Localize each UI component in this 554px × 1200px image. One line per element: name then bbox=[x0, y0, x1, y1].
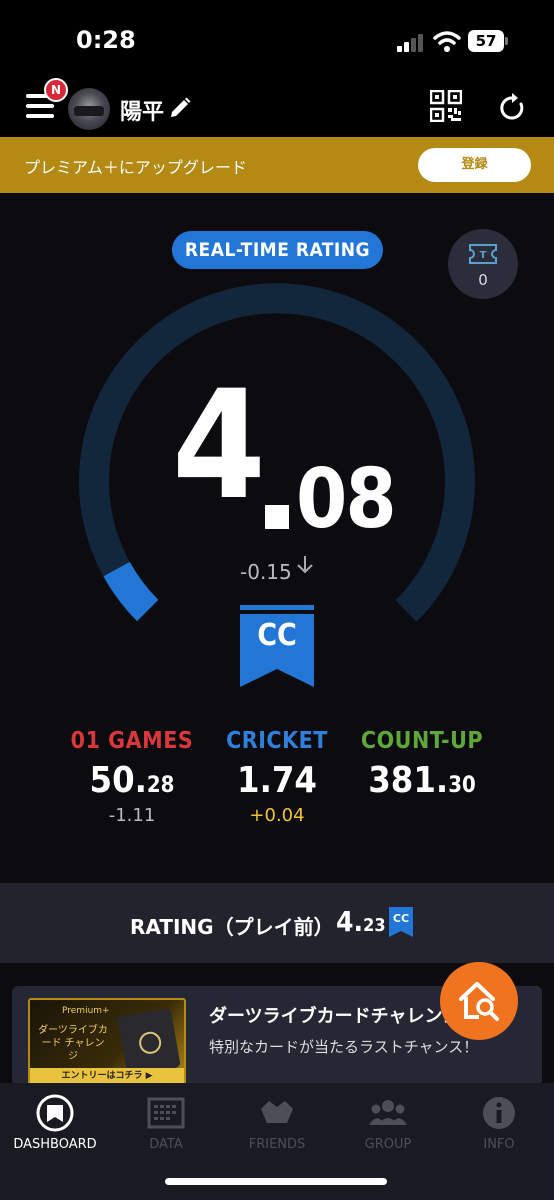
promo-image-title: ダーツライブカード チャレンジ bbox=[38, 1025, 108, 1062]
register-button[interactable]: 登録 bbox=[418, 148, 531, 182]
info-icon bbox=[483, 1097, 515, 1129]
tab-label: GROUP bbox=[364, 1137, 412, 1152]
realtime-rating-panel: REAL-TIME RATING T 0 4 08 -0.15 CC 01 GA… bbox=[0, 193, 554, 883]
rating-before-value: 4.23 bbox=[336, 905, 386, 938]
realtime-rating-label: REAL-TIME RATING bbox=[172, 231, 383, 269]
signal-icon bbox=[397, 34, 423, 52]
tab-group[interactable]: GROUP bbox=[333, 1093, 443, 1153]
avatar[interactable] bbox=[68, 88, 110, 130]
rating-before-badge-label: CC bbox=[392, 912, 410, 925]
wifi-icon bbox=[433, 31, 461, 52]
rating-decimal-point bbox=[265, 505, 289, 529]
tab-label: DATA bbox=[149, 1137, 183, 1152]
edit-icon[interactable] bbox=[168, 96, 192, 120]
ticket-button[interactable]: T 0 bbox=[448, 229, 518, 299]
tab-info[interactable]: INFO bbox=[444, 1093, 554, 1153]
stat-value: 381.30 bbox=[368, 760, 476, 801]
gauge-fill bbox=[103, 561, 159, 622]
stat-delta: +0.04 bbox=[249, 805, 305, 826]
status-time: 0:28 bbox=[76, 26, 136, 54]
status-bar: 0:28 57 bbox=[0, 0, 554, 80]
shop-search-button[interactable] bbox=[440, 962, 518, 1040]
tab-label: FRIENDS bbox=[248, 1137, 306, 1152]
notification-badge: N bbox=[44, 78, 68, 102]
tab-data[interactable]: DATA bbox=[111, 1093, 221, 1153]
class-badge-label: CC bbox=[257, 618, 297, 653]
friends-icon bbox=[261, 1101, 293, 1123]
qr-code-icon[interactable] bbox=[430, 90, 462, 122]
rating-before-play-bar[interactable]: RATING（プレイ前） 4.23 CC bbox=[0, 883, 554, 963]
group-icon bbox=[369, 1100, 407, 1125]
stat-count-up[interactable]: COUNT-UP 381.30 bbox=[337, 728, 507, 805]
rating-before-label: RATING（プレイ前） bbox=[130, 915, 334, 939]
dashboard-icon bbox=[36, 1094, 74, 1132]
tab-label: INFO bbox=[483, 1137, 515, 1152]
svg-text:T: T bbox=[480, 250, 487, 261]
data-icon bbox=[147, 1097, 185, 1129]
home-indicator bbox=[165, 1178, 387, 1185]
ticket-icon: T bbox=[469, 244, 497, 264]
arrow-down-icon bbox=[297, 556, 313, 574]
promo-title: ダーツライブカードチャレンジ bbox=[209, 1006, 461, 1027]
rating-delta: -0.15 bbox=[240, 560, 292, 584]
battery-indicator: 57 bbox=[468, 30, 508, 52]
premium-upgrade-text: プレミアム＋にアップグレード bbox=[24, 158, 247, 177]
app-header: N 陽平 bbox=[0, 78, 554, 137]
rating-decimal: 08 bbox=[296, 452, 397, 547]
stat-name: COUNT-UP bbox=[360, 728, 484, 754]
promo-image-cta: エントリーはコチラ ▶ bbox=[30, 1068, 184, 1084]
promo-image: Premium+ ダーツライブカード チャレンジ エントリーはコチラ ▶ bbox=[28, 998, 186, 1086]
promo-subtitle: 特別なカードが当たるラストチャンス！ bbox=[209, 1038, 479, 1056]
home-search-icon bbox=[459, 982, 499, 1021]
refresh-icon[interactable] bbox=[498, 92, 526, 122]
tab-dashboard[interactable]: DASHBOARD bbox=[0, 1093, 110, 1153]
promo-image-tag: Premium+ bbox=[62, 1006, 110, 1016]
darts-card-illustration bbox=[117, 1007, 181, 1077]
battery-level: 57 bbox=[468, 30, 504, 52]
tab-friends[interactable]: FRIENDS bbox=[222, 1093, 332, 1153]
tab-label: DASHBOARD bbox=[13, 1137, 97, 1152]
ticket-count: 0 bbox=[478, 271, 488, 289]
premium-upgrade-banner: プレミアム＋にアップグレード 登録 bbox=[0, 137, 554, 193]
username[interactable]: 陽平 bbox=[120, 94, 164, 126]
rating-integer: 4 bbox=[172, 359, 266, 533]
